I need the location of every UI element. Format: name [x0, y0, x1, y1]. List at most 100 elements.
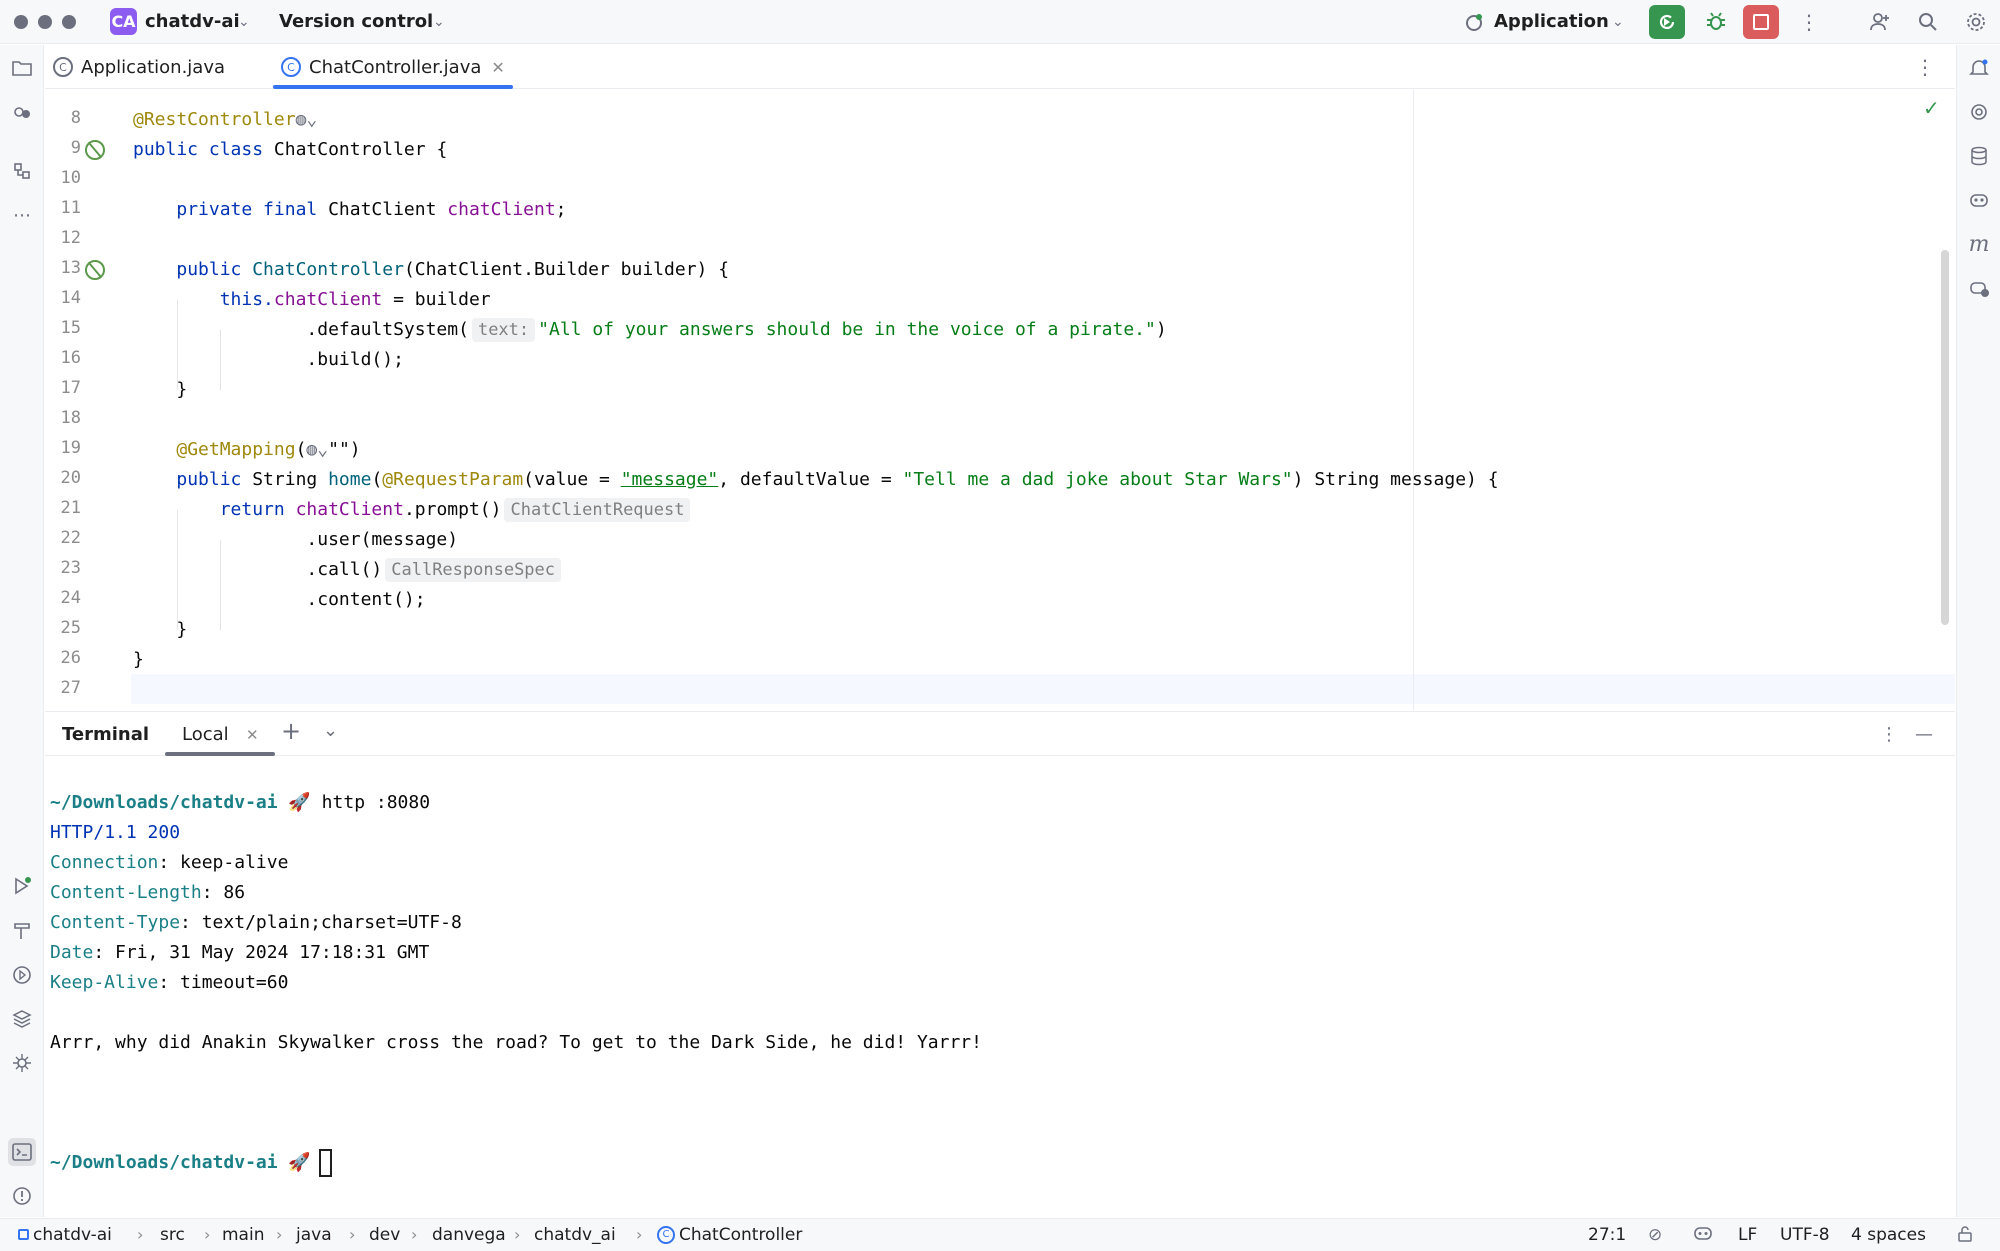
breadcrumb-item[interactable]: C ChatController: [657, 1225, 802, 1245]
copilot-status-icon[interactable]: [1692, 1225, 1714, 1248]
breadcrumb-item[interactable]: java: [296, 1225, 332, 1245]
punct: ): [1155, 319, 1167, 340]
code-text: .call(): [306, 559, 383, 580]
close-terminal-tab-icon[interactable]: ✕: [246, 726, 259, 744]
code-text: (ChatClient.Builder builder) {: [403, 259, 730, 280]
code-text: }: [176, 379, 188, 400]
string-literal: "All of your answers should be in the vo…: [538, 319, 1156, 340]
close-tab-icon[interactable]: ✕: [491, 58, 504, 77]
tab-application-java[interactable]: C Application.java: [53, 45, 225, 89]
notifications-bell-icon[interactable]: [1965, 54, 1993, 82]
spring-bean-gutter-icon[interactable]: [85, 260, 105, 280]
spring-bean-gutter-icon[interactable]: [85, 140, 105, 160]
endpoints-icon[interactable]: [8, 1049, 36, 1077]
annotation: @GetMapping: [176, 439, 296, 460]
minimize-window-icon[interactable]: [38, 15, 52, 29]
inspection-off-icon[interactable]: ⊘: [1648, 1225, 1662, 1245]
run-tool-icon[interactable]: [8, 872, 36, 900]
breadcrumb-item[interactable]: main: [222, 1225, 264, 1245]
stop-button[interactable]: [1743, 5, 1779, 39]
globe-icon[interactable]: ◍⌄: [306, 439, 328, 460]
line-number: 10: [60, 168, 81, 188]
type-hint: ChatClientRequest: [504, 498, 691, 522]
terminal-options-icon[interactable]: ⋮: [1880, 724, 1898, 745]
settings-gear-icon[interactable]: [1962, 8, 1990, 36]
caret-position[interactable]: 27:1: [1588, 1225, 1626, 1245]
field: chatClient: [295, 499, 404, 520]
layers-icon[interactable]: [8, 1005, 36, 1033]
terminal-tool-icon[interactable]: [8, 1138, 36, 1166]
breadcrumb-item[interactable]: danvega: [432, 1225, 506, 1245]
line-number: 16: [60, 348, 81, 368]
more-tools-icon[interactable]: ⋯: [8, 201, 36, 229]
field: chatClient: [273, 289, 383, 310]
header-value: : keep-alive: [158, 852, 289, 873]
field: chatClient: [447, 199, 556, 220]
structure-icon[interactable]: [8, 157, 36, 185]
parameter-hint: text:: [471, 318, 536, 342]
fullscreen-window-icon[interactable]: [62, 15, 76, 29]
problems-icon[interactable]: [8, 1182, 36, 1210]
maven-icon[interactable]: m: [1965, 230, 1993, 258]
terminal-cursor: [318, 1149, 332, 1177]
build-hammer-icon[interactable]: [8, 917, 36, 945]
minimize-panel-icon[interactable]: —: [1915, 724, 1933, 745]
close-window-icon[interactable]: [14, 15, 28, 29]
more-actions-icon[interactable]: ⋮: [1795, 8, 1823, 36]
terminal-input-line[interactable]: ~/Downloads/chatdv-ai 🚀: [50, 1148, 332, 1178]
header-key: Date: [50, 942, 94, 963]
services-icon[interactable]: [8, 961, 36, 989]
indent-setting[interactable]: 4 spaces: [1851, 1225, 1926, 1245]
class-name: ChatController {: [273, 139, 448, 160]
new-terminal-icon[interactable]: +: [281, 717, 301, 745]
folder-icon[interactable]: [8, 54, 36, 82]
commit-icon[interactable]: [8, 98, 36, 126]
tab-chatcontroller-java[interactable]: C ChatController.java ✕: [273, 45, 513, 89]
chevron-down-icon[interactable]: ⌄: [238, 14, 250, 30]
project-name[interactable]: chatdv-ai: [145, 11, 240, 32]
tab-local-terminal[interactable]: Local: [182, 724, 229, 745]
chevron-down-icon[interactable]: ⌄: [323, 720, 338, 741]
breadcrumb-item[interactable]: chatdv-ai: [33, 1225, 112, 1245]
keyword: public: [176, 469, 253, 490]
lock-icon[interactable]: [1956, 1225, 1974, 1248]
breadcrumb-item[interactable]: src: [160, 1225, 185, 1245]
line-number: 20: [60, 468, 81, 488]
terminal-output[interactable]: ~/Downloads/chatdv-ai 🚀 http :8080 HTTP/…: [45, 757, 1955, 1217]
header-key: Content-Type: [50, 912, 181, 933]
chevron-down-icon[interactable]: ⌄: [433, 14, 445, 30]
terminal-command: http :8080: [310, 792, 431, 813]
breadcrumb-item[interactable]: chatdv_ai: [534, 1225, 616, 1245]
ai-assistant-icon[interactable]: [1965, 98, 1993, 126]
no-problems-check-icon[interactable]: ✓: [1923, 96, 1940, 120]
copilot-icon[interactable]: [1965, 186, 1993, 214]
code-line-8: @RestController◍⌄: [133, 105, 317, 135]
right-margin-guide: [1413, 90, 1414, 710]
rerun-button[interactable]: [1649, 5, 1685, 39]
code-line-19: @GetMapping(◍⌄""): [133, 435, 361, 465]
http-header-line: Connection: keep-alive: [50, 848, 288, 878]
code-line-9: public class ChatController {: [133, 135, 447, 165]
search-icon[interactable]: [1914, 8, 1942, 36]
breadcrumb-item[interactable]: dev: [369, 1225, 400, 1245]
version-control-menu[interactable]: Version control: [279, 11, 433, 32]
tab-options-icon[interactable]: ⋮: [1911, 53, 1939, 81]
file-encoding[interactable]: UTF-8: [1780, 1225, 1830, 1245]
database-icon[interactable]: [1965, 142, 1993, 170]
annotation: @RequestParam: [382, 469, 524, 490]
chevron-down-icon[interactable]: ⌄: [1612, 14, 1624, 30]
add-user-icon[interactable]: [1866, 8, 1894, 36]
line-number: 23: [60, 558, 81, 578]
editor-scrollbar[interactable]: [1941, 250, 1949, 625]
debug-button[interactable]: [1702, 8, 1730, 36]
punct: ): [349, 439, 361, 460]
line-separator[interactable]: LF: [1738, 1225, 1757, 1245]
globe-icon[interactable]: ◍⌄: [296, 109, 318, 130]
run-config-selector[interactable]: Application: [1494, 11, 1609, 32]
copilot-chat-icon[interactable]: [1965, 274, 1993, 302]
project-badge[interactable]: CA: [110, 8, 137, 35]
keyword: public class: [133, 139, 274, 160]
code-editor[interactable]: ✓ 7 8 9 10 11 12 13 14 15 16 17 18 19 20…: [45, 90, 1955, 710]
terminal-command-line: ~/Downloads/chatdv-ai 🚀 http :8080: [50, 788, 430, 818]
header-key: Content-Length: [50, 882, 202, 903]
